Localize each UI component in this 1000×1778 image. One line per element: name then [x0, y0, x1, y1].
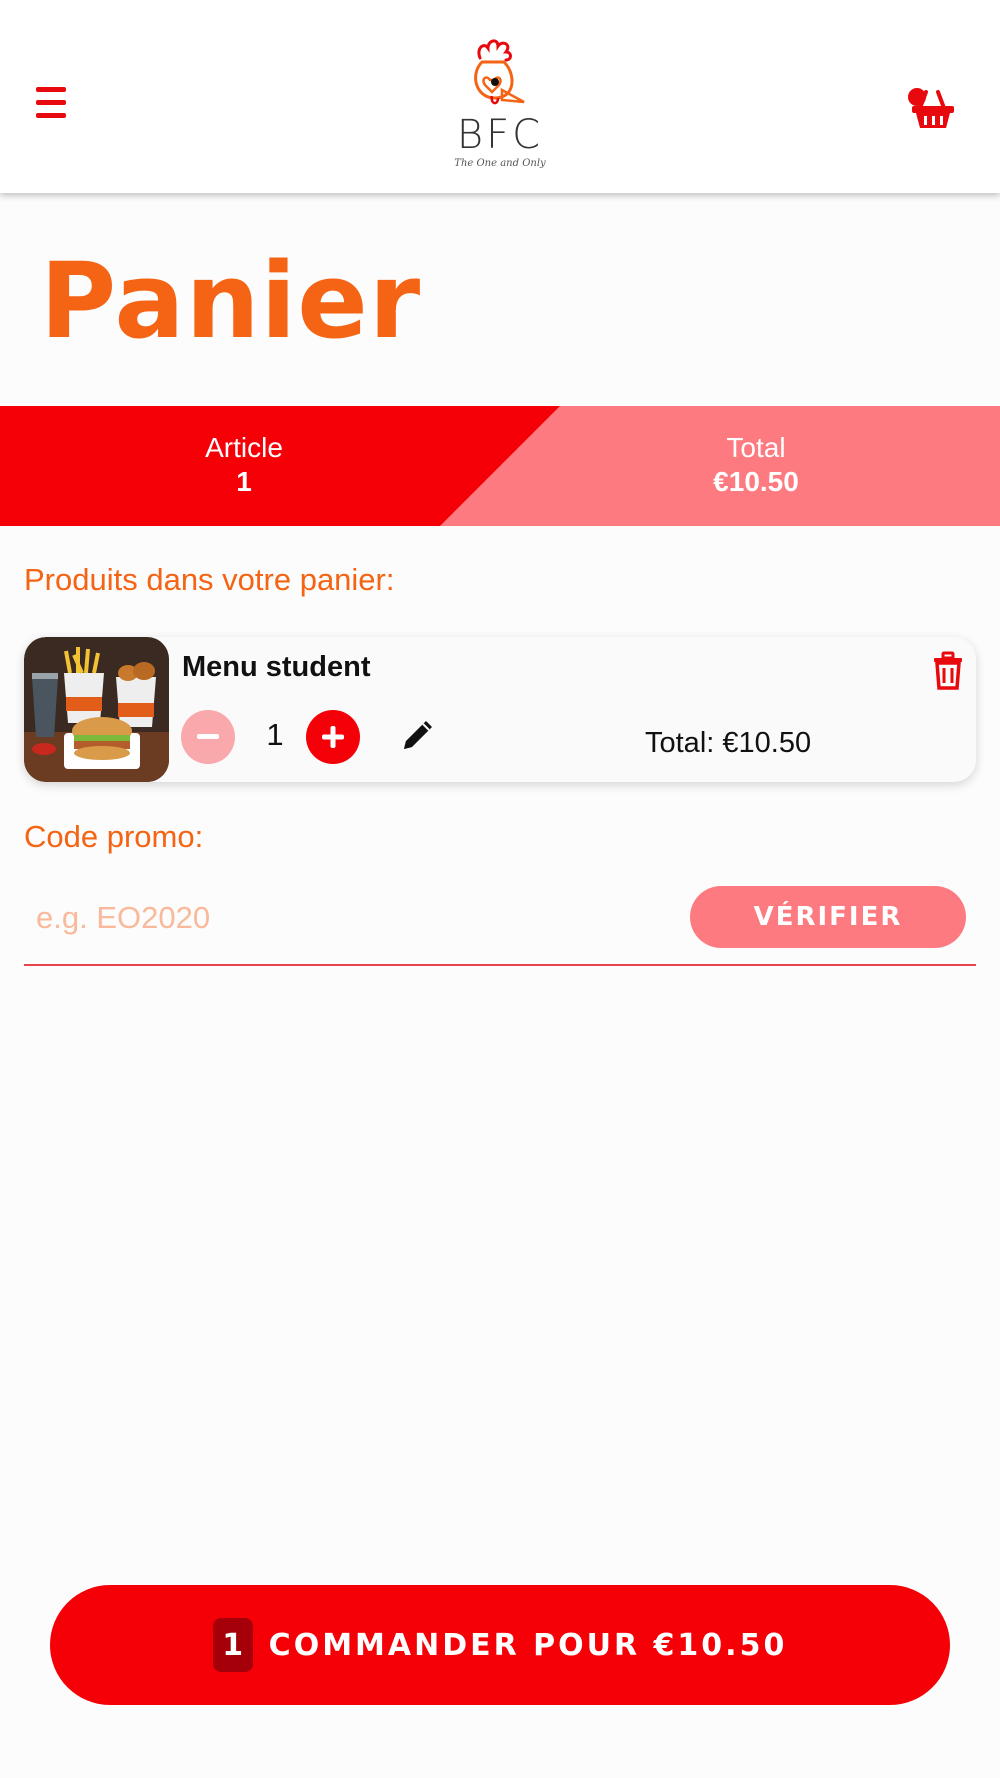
total-amount: €10.50	[713, 466, 799, 497]
plus-icon	[322, 726, 344, 748]
hamburger-menu-icon[interactable]	[36, 82, 76, 122]
trash-icon	[934, 651, 962, 690]
total-label: Total	[726, 432, 786, 463]
decrease-quantity-button[interactable]	[181, 710, 235, 764]
quantity-value: 1	[266, 717, 284, 752]
product-name: Menu student	[182, 651, 371, 683]
remove-item-button[interactable]	[930, 651, 966, 691]
place-order-label: COMMANDER POUR €10.50	[268, 1627, 788, 1663]
cart-notification-dot	[908, 88, 926, 106]
verify-promo-button[interactable]: VÉRIFIER	[690, 886, 966, 948]
product-image	[24, 637, 169, 782]
products-section-label: Produits dans votre panier:	[24, 562, 395, 597]
article-label: Article	[205, 432, 283, 463]
minus-icon	[197, 734, 219, 739]
promo-code-row: VÉRIFIER	[24, 880, 976, 966]
article-count: 1	[236, 466, 252, 497]
app-header: BFC The One and Only	[0, 0, 1000, 193]
page-title: Panier	[40, 240, 422, 362]
promo-code-input[interactable]	[24, 888, 664, 948]
promo-code-label: Code promo:	[24, 819, 204, 854]
logo-wordmark: BFC	[456, 112, 544, 158]
total-block: Total €10.50	[656, 432, 856, 498]
logo-tagline: The One and Only	[454, 158, 546, 169]
increase-quantity-button[interactable]	[306, 710, 360, 764]
cart-item-card: Menu student 1 Total: €10.50	[24, 637, 976, 782]
cart-summary-banner: Article 1 Total €10.50	[0, 406, 1000, 526]
place-order-button[interactable]: 1 COMMANDER POUR €10.50	[50, 1585, 950, 1705]
item-total: Total: €10.50	[645, 727, 812, 759]
bfc-logo[interactable]: BFC The One and Only	[440, 36, 560, 176]
pencil-icon	[404, 721, 432, 749]
cart-button[interactable]	[902, 84, 962, 134]
article-count-block: Article 1	[144, 432, 344, 498]
order-item-count-badge: 1	[212, 1618, 253, 1672]
chicken-logo-icon	[474, 39, 525, 105]
edit-item-button[interactable]	[398, 715, 438, 755]
